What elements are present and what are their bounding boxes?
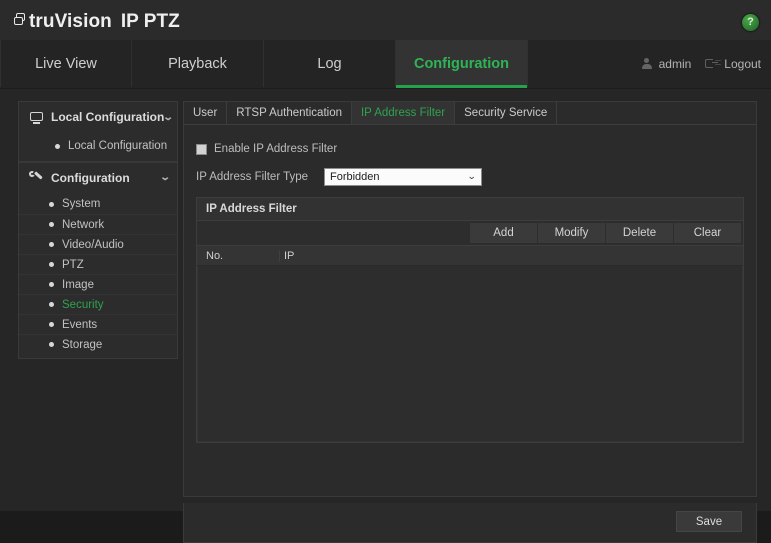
body-area: Local Configuration ⌄ Local Configuratio… bbox=[0, 89, 771, 543]
nav-account-area: admin Logout bbox=[641, 40, 761, 87]
chevron-down-icon: ⌄ bbox=[467, 170, 477, 181]
sidebar-item-label: Events bbox=[62, 318, 98, 331]
table-action-bar: Add Modify Delete Clear bbox=[197, 221, 743, 245]
sidebar-item-label: System bbox=[62, 198, 101, 210]
sidebar-item-image[interactable]: Image bbox=[19, 274, 177, 294]
modify-button[interactable]: Modify bbox=[537, 223, 605, 243]
sidebar-group-header-configuration[interactable]: Configuration ⌄ bbox=[19, 162, 177, 192]
main-navigation: Live View Playback Log Configuration adm… bbox=[0, 40, 771, 89]
current-user: admin bbox=[641, 56, 692, 71]
sidebar-item-network[interactable]: Network bbox=[19, 214, 177, 234]
chevron-down-icon[interactable]: ⌄ bbox=[163, 112, 174, 123]
username-label: admin bbox=[658, 56, 692, 71]
bullet-icon bbox=[49, 342, 54, 347]
content-panel: User RTSP Authentication IP Address Filt… bbox=[183, 101, 757, 497]
sidebar-group-label: Local Configuration bbox=[51, 110, 165, 124]
panel-body: Enable IP Address Filter IP Address Filt… bbox=[184, 125, 756, 443]
bullet-icon bbox=[49, 201, 54, 207]
brand-logo: truVision IP PTZ bbox=[14, 11, 180, 33]
ip-address-filter-panel: IP Address Filter Add Modify Delete Clea… bbox=[196, 197, 744, 443]
enable-filter-row: Enable IP Address Filter bbox=[196, 139, 744, 159]
sidebar-group-items-configuration: System Network Video/Audio PTZ Image Sec… bbox=[19, 192, 177, 358]
user-icon bbox=[641, 57, 653, 70]
bullet-icon bbox=[49, 242, 54, 247]
ip-address-filter-type-value: Forbidden bbox=[330, 171, 380, 183]
save-button[interactable]: Save bbox=[676, 511, 742, 532]
brand-model: IP PTZ bbox=[120, 11, 180, 32]
ip-address-filter-panel-title: IP Address Filter bbox=[197, 198, 743, 221]
nav-tab-playback[interactable]: Playback bbox=[132, 40, 264, 87]
add-button[interactable]: Add bbox=[469, 223, 537, 243]
sidebar-item-video-audio[interactable]: Video/Audio bbox=[19, 234, 177, 254]
security-subtab-list: User RTSP Authentication IP Address Filt… bbox=[184, 102, 756, 125]
table-header-row: No. IP bbox=[197, 245, 743, 266]
sidebar-item-label: Storage bbox=[62, 338, 103, 351]
subtab-security-service[interactable]: Security Service bbox=[455, 102, 558, 124]
subtab-user[interactable]: User bbox=[184, 102, 228, 124]
bullet-icon bbox=[49, 322, 54, 327]
sidebar-item-local-configuration[interactable]: Local Configuration bbox=[19, 135, 177, 157]
sidebar-item-label: PTZ bbox=[62, 258, 84, 271]
sidebar-group-configuration: Configuration ⌄ System Network Video/Aud… bbox=[19, 162, 177, 358]
save-bar: Save bbox=[183, 503, 757, 543]
sidebar-item-label: Image bbox=[62, 278, 94, 291]
sidebar-item-label: Video/Audio bbox=[62, 238, 124, 251]
sidebar: Local Configuration ⌄ Local Configuratio… bbox=[18, 101, 178, 359]
bullet-icon bbox=[49, 282, 54, 287]
sidebar-item-events[interactable]: Events bbox=[19, 314, 177, 334]
bullet-icon bbox=[49, 262, 54, 267]
bullet-icon bbox=[49, 302, 54, 307]
ip-address-filter-type-select[interactable]: Forbidden ⌄ bbox=[324, 168, 482, 186]
bullet-icon bbox=[49, 222, 54, 227]
nav-tab-configuration[interactable]: Configuration bbox=[396, 40, 528, 88]
column-header-no: No. bbox=[206, 249, 224, 262]
sidebar-item-security[interactable]: Security bbox=[19, 294, 177, 314]
brand-bar: truVision IP PTZ ? bbox=[0, 0, 771, 40]
help-icon[interactable]: ? bbox=[742, 14, 759, 31]
monitor-icon bbox=[28, 111, 44, 124]
sidebar-group-local-configuration: Local Configuration ⌄ Local Configuratio… bbox=[19, 102, 177, 162]
sidebar-item-label: Network bbox=[62, 218, 105, 231]
logout-button[interactable]: Logout bbox=[705, 57, 761, 71]
nav-tab-list: Live View Playback Log Configuration bbox=[0, 40, 528, 88]
sidebar-item-storage[interactable]: Storage bbox=[19, 334, 177, 354]
wrench-icon bbox=[28, 171, 44, 184]
sidebar-group-header-local-configuration[interactable]: Local Configuration ⌄ bbox=[19, 102, 177, 132]
sidebar-item-label: Local Configuration bbox=[68, 140, 168, 152]
column-header-ip: IP bbox=[279, 249, 743, 262]
ip-address-filter-type-label: IP Address Filter Type bbox=[196, 171, 309, 183]
bullet-icon bbox=[55, 143, 60, 149]
filter-type-row: IP Address Filter Type Forbidden ⌄ bbox=[196, 167, 744, 187]
application-window: truVision IP PTZ ? Live View Playback Lo… bbox=[0, 0, 771, 543]
subtab-ip-address-filter[interactable]: IP Address Filter bbox=[351, 102, 456, 124]
sidebar-item-ptz[interactable]: PTZ bbox=[19, 254, 177, 274]
sidebar-group-items-local: Local Configuration bbox=[19, 132, 177, 161]
logout-icon bbox=[705, 58, 719, 70]
enable-ip-address-filter-checkbox[interactable] bbox=[196, 143, 207, 155]
logout-label: Logout bbox=[724, 56, 761, 71]
enable-ip-address-filter-label: Enable IP Address Filter bbox=[214, 143, 338, 155]
ip-address-filter-table-body[interactable] bbox=[197, 266, 743, 442]
delete-button[interactable]: Delete bbox=[605, 223, 673, 243]
clear-button[interactable]: Clear bbox=[673, 223, 741, 243]
sidebar-group-label: Configuration bbox=[51, 170, 130, 185]
subtab-rtsp-authentication[interactable]: RTSP Authentication bbox=[227, 102, 352, 124]
camera-mark-icon bbox=[14, 12, 26, 25]
sidebar-item-label: Security bbox=[62, 298, 104, 311]
chevron-down-icon[interactable]: ⌄ bbox=[159, 172, 170, 183]
nav-tab-live-view[interactable]: Live View bbox=[0, 40, 132, 87]
sidebar-item-system[interactable]: System bbox=[19, 194, 177, 214]
brand-name: truVision bbox=[29, 11, 112, 32]
nav-tab-log[interactable]: Log bbox=[264, 40, 396, 87]
